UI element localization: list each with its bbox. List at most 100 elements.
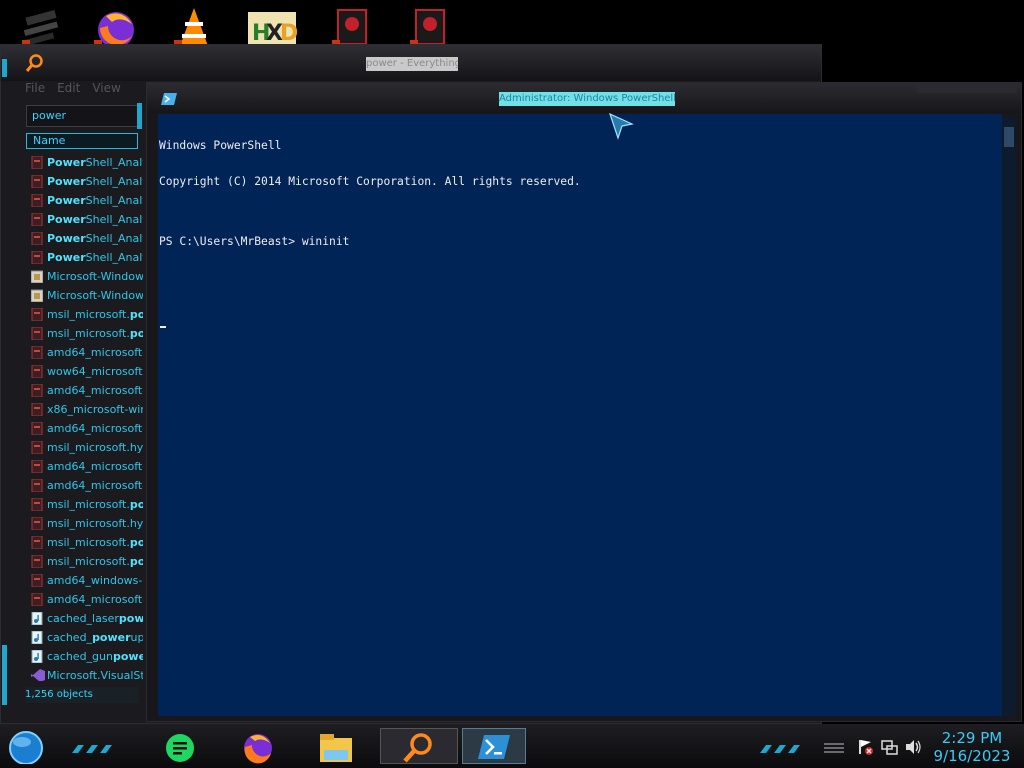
list-item-text-pre: msil_microsoft. (47, 536, 130, 549)
powershell-window: Administrator: Windows PowerShell Window… (146, 82, 1022, 722)
list-item-text-post: Shell_Analy (85, 156, 143, 169)
list-item[interactable]: cached_powerup. (29, 628, 143, 647)
list-item-text-hl: pow (129, 555, 143, 568)
notes-app-icon[interactable] (162, 728, 198, 764)
text-cursor (160, 326, 166, 328)
list-item-text-pre: wow64_microsoft-w (47, 365, 143, 378)
ps-file-icon (31, 440, 43, 455)
console-line: PS C:\Users\MrBeast> wininit (159, 235, 350, 248)
list-item[interactable]: Microsoft-Windows (29, 286, 143, 305)
list-item[interactable]: cached_laserpower (29, 609, 143, 628)
window-trim (2, 645, 7, 705)
everything-taskbar-button[interactable] (380, 728, 458, 764)
search-input[interactable]: power (26, 105, 138, 127)
list-item-text-pre: msil_microsoft. (47, 308, 130, 321)
ps-file-icon (31, 554, 43, 569)
list-item-text-pre: Microsoft-Windows (47, 270, 143, 283)
list-item[interactable]: msil_microsoft.pow (29, 552, 143, 571)
everything-titlebar[interactable]: power - Everything (1, 45, 821, 81)
ps-file-icon (31, 497, 43, 512)
network-icon[interactable] (880, 738, 898, 756)
list-item[interactable]: amd64_microsoft-w (29, 457, 143, 476)
ps-file-icon (31, 402, 43, 417)
visual-studio-icon (31, 669, 45, 681)
list-item-text-hl: Power (47, 156, 86, 169)
list-item[interactable]: msil_microsoft.pow (29, 305, 143, 324)
ps-file-icon (31, 364, 43, 379)
firefox-icon[interactable] (240, 728, 276, 764)
list-item-text-pre: Microsoft-Windows (47, 289, 143, 302)
list-item[interactable]: amd64_microsoft-w (29, 343, 143, 362)
list-item[interactable]: Microsoft-Windows (29, 267, 143, 286)
list-item[interactable]: PowerShell_Analy (29, 172, 143, 191)
powershell-taskbar-button[interactable] (462, 728, 526, 764)
menu-file[interactable]: File (25, 81, 45, 95)
list-item[interactable]: amd64_windows-d (29, 571, 143, 590)
ps-file-icon (31, 592, 43, 607)
list-item[interactable]: wow64_microsoft-w (29, 362, 143, 381)
svg-text:D: D (280, 21, 298, 46)
list-item-text-hl: powe (112, 650, 143, 663)
list-item[interactable]: amd64_microsoft-w (29, 590, 143, 609)
list-item[interactable]: PowerShell_Analy (29, 191, 143, 210)
list-item-text-pre: amd64_microsoft-w (47, 346, 143, 359)
list-item[interactable]: amd64_microsoft-w (29, 476, 143, 495)
list-item-text-hl: power (118, 612, 143, 625)
show-hidden-icons-icon[interactable] (822, 740, 846, 754)
list-item-text-pre: cached_laser (47, 612, 119, 625)
list-item[interactable]: msil_microsoft.pow (29, 324, 143, 343)
package-icon (30, 270, 44, 284)
list-item[interactable]: msil_microsoft.hype (29, 514, 143, 533)
action-center-icon[interactable] (856, 738, 874, 756)
list-item-text-pre: x86_microsoft-wind (47, 403, 143, 416)
list-item[interactable]: PowerShell_Analy (29, 210, 143, 229)
console-line: Copyright (C) 2014 Microsoft Corporation… (159, 175, 581, 188)
list-item[interactable]: amd64_microsoft-w (29, 381, 143, 400)
list-item[interactable]: amd64_microsoft-w (29, 419, 143, 438)
list-item[interactable]: cached_gunpowe (29, 647, 143, 666)
powershell-titlebar[interactable]: Administrator: Windows PowerShell (147, 83, 1021, 113)
column-header-name[interactable]: Name (26, 133, 138, 149)
console-output[interactable]: Windows PowerShell Copyright (C) 2014 Mi… (158, 114, 1002, 716)
ps-file-icon (31, 307, 43, 322)
ps-file-icon (31, 231, 43, 246)
list-item[interactable]: msil_microsoft.hype (29, 438, 143, 457)
ps-file-icon (31, 478, 43, 493)
list-item-text-pre: amd64_microsoft-w (47, 460, 143, 473)
window-controls[interactable] (917, 85, 1017, 93)
list-item-text-pre: msil_microsoft.hype (47, 441, 143, 454)
list-item[interactable]: PowerShell_Analy (29, 229, 143, 248)
clock-date[interactable]: 9/16/2023 (926, 747, 1018, 765)
list-item-text-post: Shell_Analy (85, 175, 143, 188)
list-item-text-pre: msil_microsoft. (47, 555, 130, 568)
list-item-text-hl: Power (47, 213, 86, 226)
menu-view[interactable]: View (92, 81, 120, 95)
list-item-text-hl: pow (129, 498, 143, 511)
music-file-icon (31, 630, 43, 645)
list-item[interactable]: Microsoft.VisualSt (29, 666, 143, 681)
list-item[interactable]: PowerShell_Analy (29, 153, 143, 172)
powershell-icon (478, 734, 510, 760)
console-line: Windows PowerShell (159, 139, 282, 152)
list-item[interactable]: msil_microsoft.pow (29, 495, 143, 514)
console-scrollbar-thumb[interactable] (1004, 127, 1014, 147)
volume-icon[interactable] (904, 738, 922, 756)
window-trim (2, 59, 7, 77)
everything-menubar: File Edit View (25, 81, 143, 97)
clock-time[interactable]: 2:29 PM (926, 729, 1018, 747)
menu-edit[interactable]: Edit (57, 81, 80, 95)
magnifier-icon (25, 53, 45, 73)
list-item-text-pre: amd64_microsoft-w (47, 479, 143, 492)
start-orb-icon[interactable] (6, 728, 46, 765)
everything-window-title: power - Everything (366, 57, 458, 71)
window-trim (137, 103, 142, 129)
ps-file-icon (31, 345, 43, 360)
console-scrollbar[interactable] (1003, 117, 1015, 715)
list-item[interactable]: msil_microsoft.pow (29, 533, 143, 552)
list-item-text-pre: amd64_microsoft-w (47, 422, 143, 435)
list-item[interactable]: x86_microsoft-wind (29, 400, 143, 419)
file-explorer-icon[interactable] (316, 728, 356, 764)
list-item-text-post: Shell_Analy (85, 194, 143, 207)
list-item[interactable]: PowerShell_Analy (29, 248, 143, 267)
taskbar: 2:29 PM 9/16/2023 (0, 724, 1024, 768)
